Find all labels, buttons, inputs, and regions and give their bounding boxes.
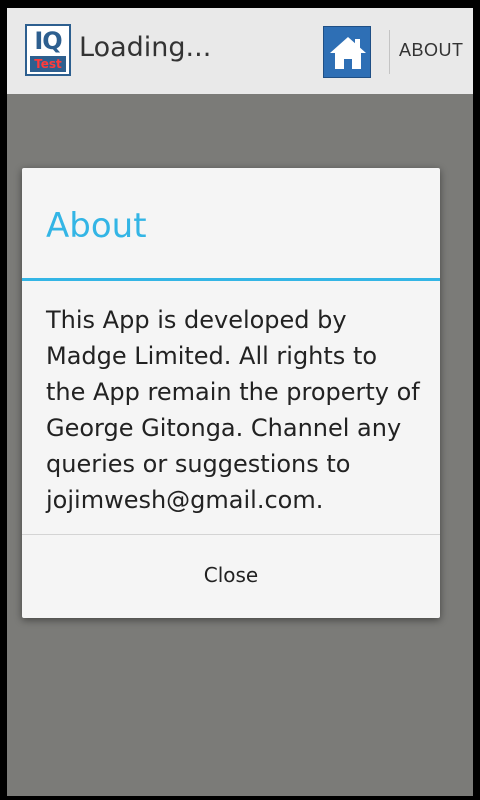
app-title: Loading...: [79, 32, 212, 63]
home-button[interactable]: [323, 26, 371, 78]
logo-iq-text: IQ: [34, 27, 62, 55]
dialog-message: This App is developed by Madge Limited. …: [46, 306, 420, 514]
app-logo[interactable]: IQ Test: [25, 24, 71, 76]
action-bar: IQ Test Loading... ABOUT: [7, 8, 473, 95]
dialog-title-divider: [22, 278, 440, 281]
about-menu-item[interactable]: ABOUT: [399, 40, 464, 61]
about-dialog: About This App is developed by Madge Lim…: [22, 168, 440, 618]
close-button[interactable]: Close: [22, 535, 440, 618]
actionbar-divider: [389, 30, 390, 74]
home-icon: [330, 37, 366, 69]
dialog-title: About: [46, 206, 147, 246]
phone-screen: IQ Test Loading... ABOUT About This App …: [0, 0, 480, 800]
logo-test-text: Test: [30, 56, 66, 72]
